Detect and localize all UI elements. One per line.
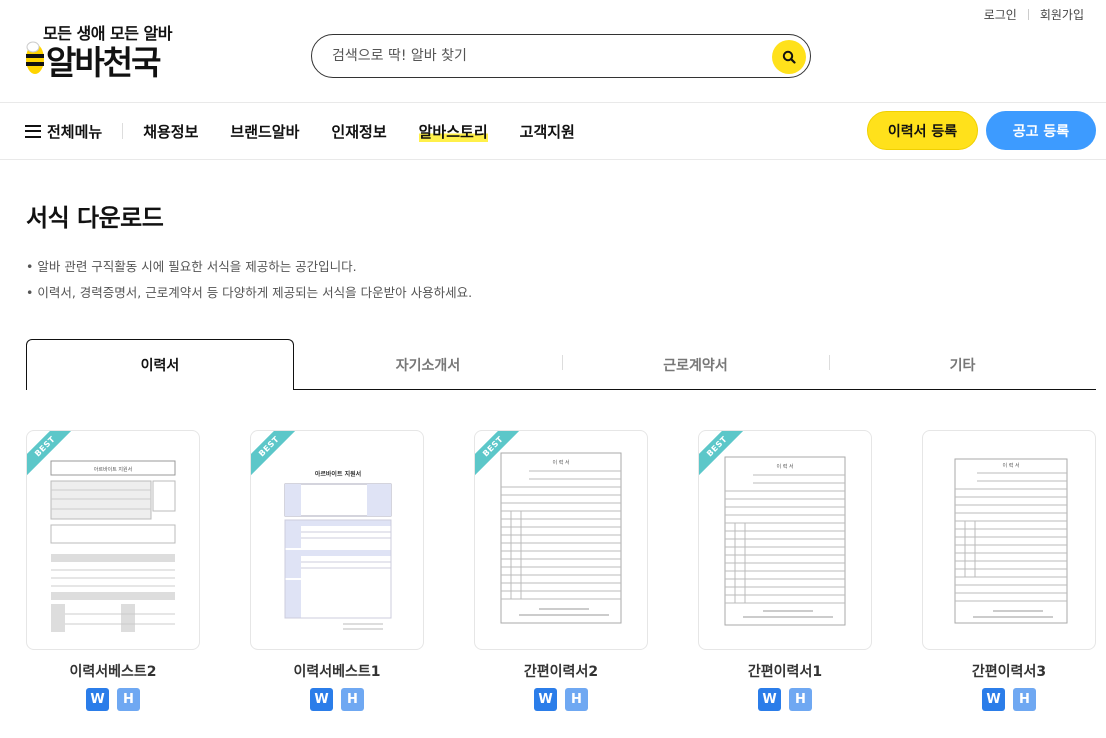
bee-icon: [26, 41, 44, 74]
doc-heading: 아르바이트 지원서: [94, 466, 132, 473]
logo-name: 알바천국: [46, 43, 161, 82]
register-resume-button[interactable]: 이력서 등록: [867, 111, 978, 150]
hamburger-icon: [25, 124, 41, 138]
main-nav: 전체메뉴 채용정보 브랜드알바 인재정보 알바스토리 고객지원: [25, 119, 607, 143]
download-buttons: W H: [474, 688, 648, 711]
category-tabs: 이력서 자기소개서 근로계약서 기타: [26, 339, 1096, 390]
form-thumbnail[interactable]: 이 력 서 BEST: [698, 430, 872, 650]
download-hwp-button[interactable]: H: [341, 688, 364, 711]
form-card: 아르바이트 지원서 BEST 이력서베스트1 W H: [250, 430, 424, 711]
description-line: • 이력서, 경력증명서, 근로계약서 등 다양하게 제공되는 서식을 다운받아…: [26, 285, 473, 300]
download-buttons: W H: [922, 688, 1096, 711]
divider: [1027, 9, 1029, 20]
page-title: 서식 다운로드: [26, 204, 164, 232]
form-card: 이 력 서 BEST 간편이력서2 W H: [474, 430, 648, 711]
search-button[interactable]: [772, 40, 806, 74]
download-hwp-button[interactable]: H: [117, 688, 140, 711]
tab-label: 근로계약서: [663, 357, 728, 374]
download-hwp-button[interactable]: H: [789, 688, 812, 711]
utility-links: 로그인 회원가입: [984, 6, 1084, 23]
resume-preview: 아르바이트 지원서: [283, 466, 393, 631]
download-hwp-button[interactable]: H: [565, 688, 588, 711]
card-title[interactable]: 이력서베스트1: [250, 661, 424, 681]
signup-link[interactable]: 회원가입: [1040, 6, 1084, 23]
download-word-button[interactable]: W: [86, 688, 109, 711]
doc-heading: 아르바이트 지원서: [315, 470, 361, 478]
tab-divider: [562, 355, 563, 370]
doc-heading: 이 력 서: [777, 463, 794, 470]
nav-item-talent[interactable]: 인재정보: [331, 121, 386, 142]
nav-divider-line: [0, 159, 1106, 160]
nav-item-jobs[interactable]: 채용정보: [143, 121, 198, 142]
form-card: 이 력 서 BEST 간편이력서1 W H: [698, 430, 872, 711]
form-thumbnail[interactable]: 아르바이트 지원서 BEST: [250, 430, 424, 650]
download-word-button[interactable]: W: [534, 688, 557, 711]
download-word-button[interactable]: W: [310, 688, 333, 711]
tab-cover-letter[interactable]: 자기소개서: [294, 339, 562, 390]
nav-divider: [122, 123, 124, 139]
site-logo[interactable]: 모든 생애 모든 알바 알바천국: [25, 20, 185, 82]
download-word-button[interactable]: W: [758, 688, 781, 711]
all-menu-button[interactable]: 전체메뉴: [25, 121, 102, 142]
doc-heading: 이 력 서: [553, 459, 570, 466]
search-bar: [311, 34, 811, 78]
card-title[interactable]: 간편이력서2: [474, 661, 648, 681]
tab-label: 자기소개서: [395, 357, 461, 374]
page-description: • 알바 관련 구직활동 시에 필요한 서식을 제공하는 공간입니다. • 이력…: [26, 258, 472, 310]
resume-preview: 아르바이트 지원서: [49, 459, 179, 634]
resume-preview: 이 력 서: [723, 455, 849, 627]
download-buttons: W H: [698, 688, 872, 711]
tab-labor-contract[interactable]: 근로계약서: [562, 339, 829, 390]
resume-preview: 이 력 서: [953, 457, 1069, 625]
login-link[interactable]: 로그인: [984, 6, 1017, 23]
register-post-button[interactable]: 공고 등록: [986, 111, 1096, 150]
nav-item-brand[interactable]: 브랜드알바: [230, 121, 299, 142]
form-thumbnail[interactable]: 아르바이트 지원서 BEST: [26, 430, 200, 650]
doc-heading: 이 력 서: [1003, 462, 1020, 469]
tab-label: 기타: [949, 357, 976, 374]
download-hwp-button[interactable]: H: [1013, 688, 1036, 711]
download-buttons: W H: [26, 688, 200, 711]
download-buttons: W H: [250, 688, 424, 711]
nav-item-support[interactable]: 고객지원: [520, 121, 575, 142]
all-menu-label: 전체메뉴: [47, 122, 103, 141]
form-card: 이 력 서 간편이력서3 W H: [922, 430, 1096, 711]
tab-etc[interactable]: 기타: [829, 339, 1096, 390]
tab-resume[interactable]: 이력서: [26, 339, 294, 390]
form-thumbnail[interactable]: 이 력 서 BEST: [474, 430, 648, 650]
resume-preview: 이 력 서: [499, 451, 625, 626]
description-line: • 알바 관련 구직활동 시에 필요한 서식을 제공하는 공간입니다.: [26, 259, 357, 274]
search-icon: [782, 50, 796, 64]
nav-item-story[interactable]: 알바스토리: [418, 120, 488, 142]
card-title[interactable]: 간편이력서3: [922, 661, 1096, 681]
search-input[interactable]: [332, 45, 762, 67]
tab-divider: [829, 355, 830, 370]
form-thumbnail[interactable]: 이 력 서: [922, 430, 1096, 650]
card-title[interactable]: 이력서베스트2: [26, 661, 200, 681]
form-card: 아르바이트 지원서 BEST 이력서베스트2 W H: [26, 430, 200, 711]
header-divider: [0, 102, 1106, 103]
download-word-button[interactable]: W: [982, 688, 1005, 711]
card-title[interactable]: 간편이력서1: [698, 661, 872, 681]
